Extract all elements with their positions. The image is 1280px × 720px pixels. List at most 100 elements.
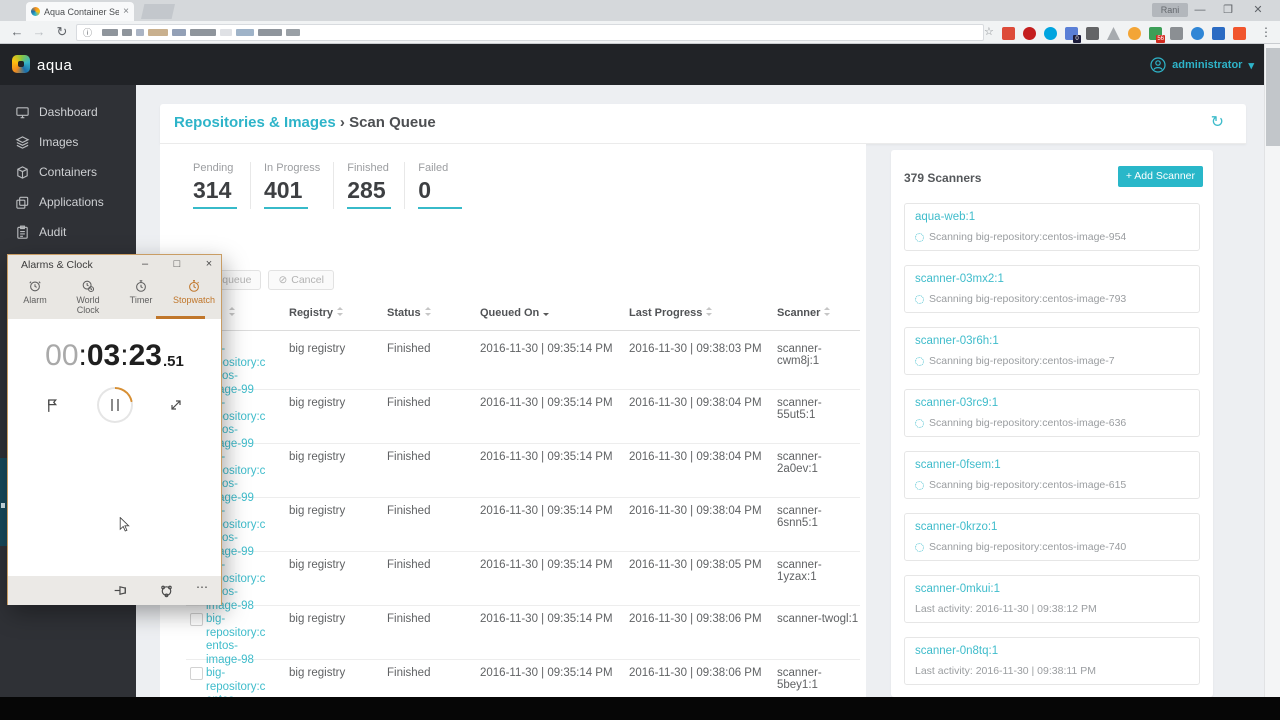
- scanner-status: Scanning big-repository:centos-image-636: [929, 417, 1127, 429]
- aqua-favicon-icon: [31, 7, 40, 16]
- tab-alarm[interactable]: Alarm: [13, 279, 57, 319]
- chrome-menu-icon[interactable]: ⋮: [1260, 25, 1272, 39]
- clock-titlebar[interactable]: Alarms & Clock – □ ×: [8, 255, 221, 274]
- extension-icon-2[interactable]: [1044, 27, 1057, 40]
- stat-finished: Finished 285: [333, 162, 404, 209]
- scanner-card[interactable]: scanner-0krzo:1 Scanning big-repository:…: [904, 513, 1200, 561]
- scanner-status: Scanning big-repository:centos-image-7: [929, 355, 1115, 367]
- column-queued-on[interactable]: Queued On: [480, 307, 550, 319]
- clock-minimize-button[interactable]: –: [136, 257, 154, 272]
- tab-close-icon[interactable]: ×: [123, 6, 129, 17]
- extension-icon-1[interactable]: [1023, 27, 1036, 40]
- column-image-sort[interactable]: [225, 307, 236, 319]
- lap-button[interactable]: [44, 397, 61, 419]
- extension-icon-6[interactable]: [1128, 27, 1141, 40]
- column-last-progress[interactable]: Last Progress: [629, 307, 713, 319]
- page-info-icon[interactable]: ⓘ: [83, 26, 92, 39]
- table-row[interactable]: big-repository:centos-image-99 big regis…: [186, 444, 860, 504]
- scanner-name-link[interactable]: scanner-03rc9:1: [915, 397, 998, 409]
- scanner-name-link[interactable]: scanner-03mx2:1: [915, 273, 1004, 285]
- scrollbar-thumb[interactable]: [1266, 48, 1280, 146]
- scanner-card[interactable]: scanner-0fsem:1 Scanning big-repository:…: [904, 451, 1200, 499]
- scanner-card[interactable]: scanner-0mkui:1 Last activity: 2016-11-3…: [904, 575, 1200, 623]
- tab-timer[interactable]: Timer: [119, 279, 163, 319]
- scanner-name-link[interactable]: aqua-web:1: [915, 211, 975, 223]
- column-registry[interactable]: Registry: [289, 307, 344, 319]
- tab-world-clock[interactable]: World Clock: [66, 279, 110, 319]
- sidebar-item-dashboard[interactable]: Dashboard: [0, 97, 136, 127]
- stopwatch-icon: [189, 280, 199, 292]
- breadcrumb-section[interactable]: Repositories & Images: [174, 114, 336, 131]
- scanner-card[interactable]: scanner-03r6h:1 Scanning big-repository:…: [904, 327, 1200, 375]
- extension-icon-3[interactable]: 0: [1065, 27, 1081, 43]
- user-menu[interactable]: administrator ▾: [1150, 57, 1254, 73]
- table-row[interactable]: big-repository:centos-image-98 big regis…: [186, 552, 860, 612]
- row-checkbox[interactable]: [190, 613, 203, 626]
- page-scrollbar[interactable]: [1264, 44, 1280, 697]
- secondary-tab[interactable]: [141, 4, 175, 19]
- notify-button[interactable]: [158, 582, 175, 604]
- column-scanner[interactable]: Scanner: [777, 307, 831, 319]
- browser-toolbar: ← → ↻ ⓘ ☆ 0 56 ⋮: [0, 21, 1280, 44]
- extension-icon-10[interactable]: [1212, 27, 1225, 40]
- scan-stats: Pending 314 In Progress 401 Finished 285…: [193, 162, 475, 209]
- scanner-card[interactable]: scanner-0n8tq:1 Last activity: 2016-11-3…: [904, 637, 1200, 685]
- extension-icon-4[interactable]: [1086, 27, 1099, 40]
- table-row[interactable]: big-repository:centos-image-98 big regis…: [186, 606, 860, 666]
- sidebar-item-containers[interactable]: Containers: [0, 157, 136, 187]
- clock-maximize-button[interactable]: □: [168, 257, 186, 272]
- clock-close-button[interactable]: ×: [200, 257, 218, 272]
- sort-icon: [229, 307, 236, 316]
- scan-queue-panel: Pending 314 In Progress 401 Finished 285…: [160, 144, 866, 720]
- add-scanner-button[interactable]: + Add Scanner: [1117, 166, 1203, 187]
- forward-icon[interactable]: →: [30, 24, 48, 39]
- extension-icon-7[interactable]: 56: [1149, 27, 1165, 43]
- window-maximize-button[interactable]: ❐: [1218, 3, 1238, 18]
- expand-button[interactable]: [168, 397, 184, 418]
- extension-icon-0[interactable]: [1002, 27, 1015, 40]
- bookmark-star-icon[interactable]: ☆: [984, 25, 994, 38]
- scanner-name-link[interactable]: scanner-03r6h:1: [915, 335, 999, 347]
- extension-icon-5[interactable]: [1107, 27, 1120, 40]
- table-row[interactable]: big-repository:centos-image-99 big regis…: [186, 336, 860, 396]
- row-checkbox[interactable]: [190, 667, 203, 680]
- table-row[interactable]: big-repository:centos-image-99 big regis…: [186, 498, 860, 558]
- stat-in-progress: In Progress 401: [250, 162, 333, 209]
- alarms-clock-window[interactable]: Alarms & Clock – □ × Alarm World Clock T…: [7, 254, 222, 605]
- image-link[interactable]: big-repository:centos-image-98: [206, 613, 268, 667]
- window-minimize-button[interactable]: —: [1190, 3, 1210, 18]
- scanner-card[interactable]: aqua-web:1 Scanning big-repository:cento…: [904, 203, 1200, 251]
- extension-icon-9[interactable]: [1191, 27, 1204, 40]
- reload-icon[interactable]: ↻: [53, 24, 71, 40]
- screen: Aqua Container Security × Rani — ❐ ✕ ← →…: [0, 0, 1280, 720]
- extension-icon-8[interactable]: [1170, 27, 1183, 40]
- window-close-button[interactable]: ✕: [1248, 3, 1268, 18]
- scanner-name-link[interactable]: scanner-0fsem:1: [915, 459, 1001, 471]
- extension-icon-11[interactable]: [1233, 27, 1246, 40]
- scanner-name-link[interactable]: scanner-0mkui:1: [915, 583, 1000, 595]
- tab-stopwatch[interactable]: Stopwatch: [172, 279, 216, 319]
- scanner-card[interactable]: scanner-03mx2:1 Scanning big-repository:…: [904, 265, 1200, 313]
- sidebar-item-audit[interactable]: Audit: [0, 217, 136, 247]
- scanner-name-link[interactable]: scanner-0krzo:1: [915, 521, 997, 533]
- clock-bottom-bar: ⋯: [8, 576, 221, 605]
- browser-tab-active[interactable]: Aqua Container Security ×: [26, 2, 134, 21]
- scanner-status: Last activity: 2016-11-30 | 09:38:11 PM: [915, 665, 1096, 677]
- scanner-name-link[interactable]: scanner-0n8tq:1: [915, 645, 998, 657]
- refresh-icon[interactable]: ↻: [1211, 112, 1224, 132]
- chrome-profile-badge[interactable]: Rani: [1152, 3, 1188, 17]
- sidebar-item-images[interactable]: Images: [0, 127, 136, 157]
- more-options-button[interactable]: ⋯: [196, 580, 209, 594]
- scanner-card[interactable]: scanner-03rc9:1 Scanning big-repository:…: [904, 389, 1200, 437]
- back-icon[interactable]: ←: [8, 24, 26, 39]
- pause-button[interactable]: [97, 387, 133, 423]
- address-bar[interactable]: ⓘ: [76, 24, 984, 41]
- stat-failed: Failed 0: [404, 162, 475, 209]
- pin-button[interactable]: [112, 582, 129, 604]
- sort-icon: [706, 307, 713, 316]
- column-status[interactable]: Status: [387, 307, 432, 319]
- table-row[interactable]: big-repository:centos-image-99 big regis…: [186, 390, 860, 450]
- cancel-button[interactable]: ⊘ Cancel: [268, 270, 334, 290]
- sidebar-item-applications[interactable]: Applications: [0, 187, 136, 217]
- scanner-status: Scanning big-repository:centos-image-954: [929, 231, 1127, 243]
